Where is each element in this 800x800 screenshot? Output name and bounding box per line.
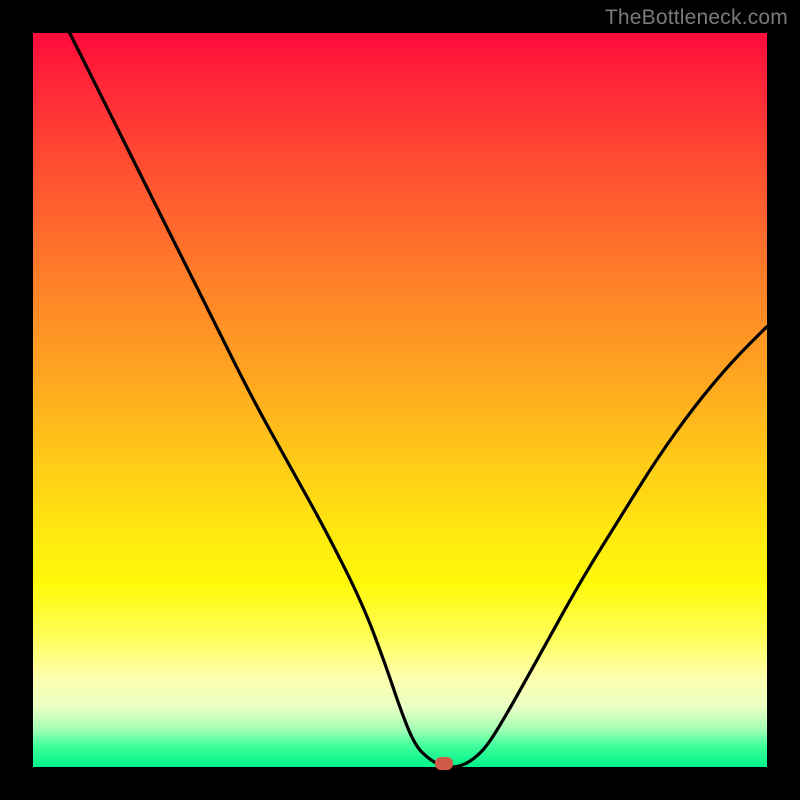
chart-frame: TheBottleneck.com — [0, 0, 800, 800]
plot-area — [33, 33, 767, 767]
curve-layer — [33, 33, 767, 767]
watermark-label: TheBottleneck.com — [605, 6, 788, 30]
min-marker — [435, 757, 453, 770]
bottleneck-curve — [70, 33, 767, 767]
